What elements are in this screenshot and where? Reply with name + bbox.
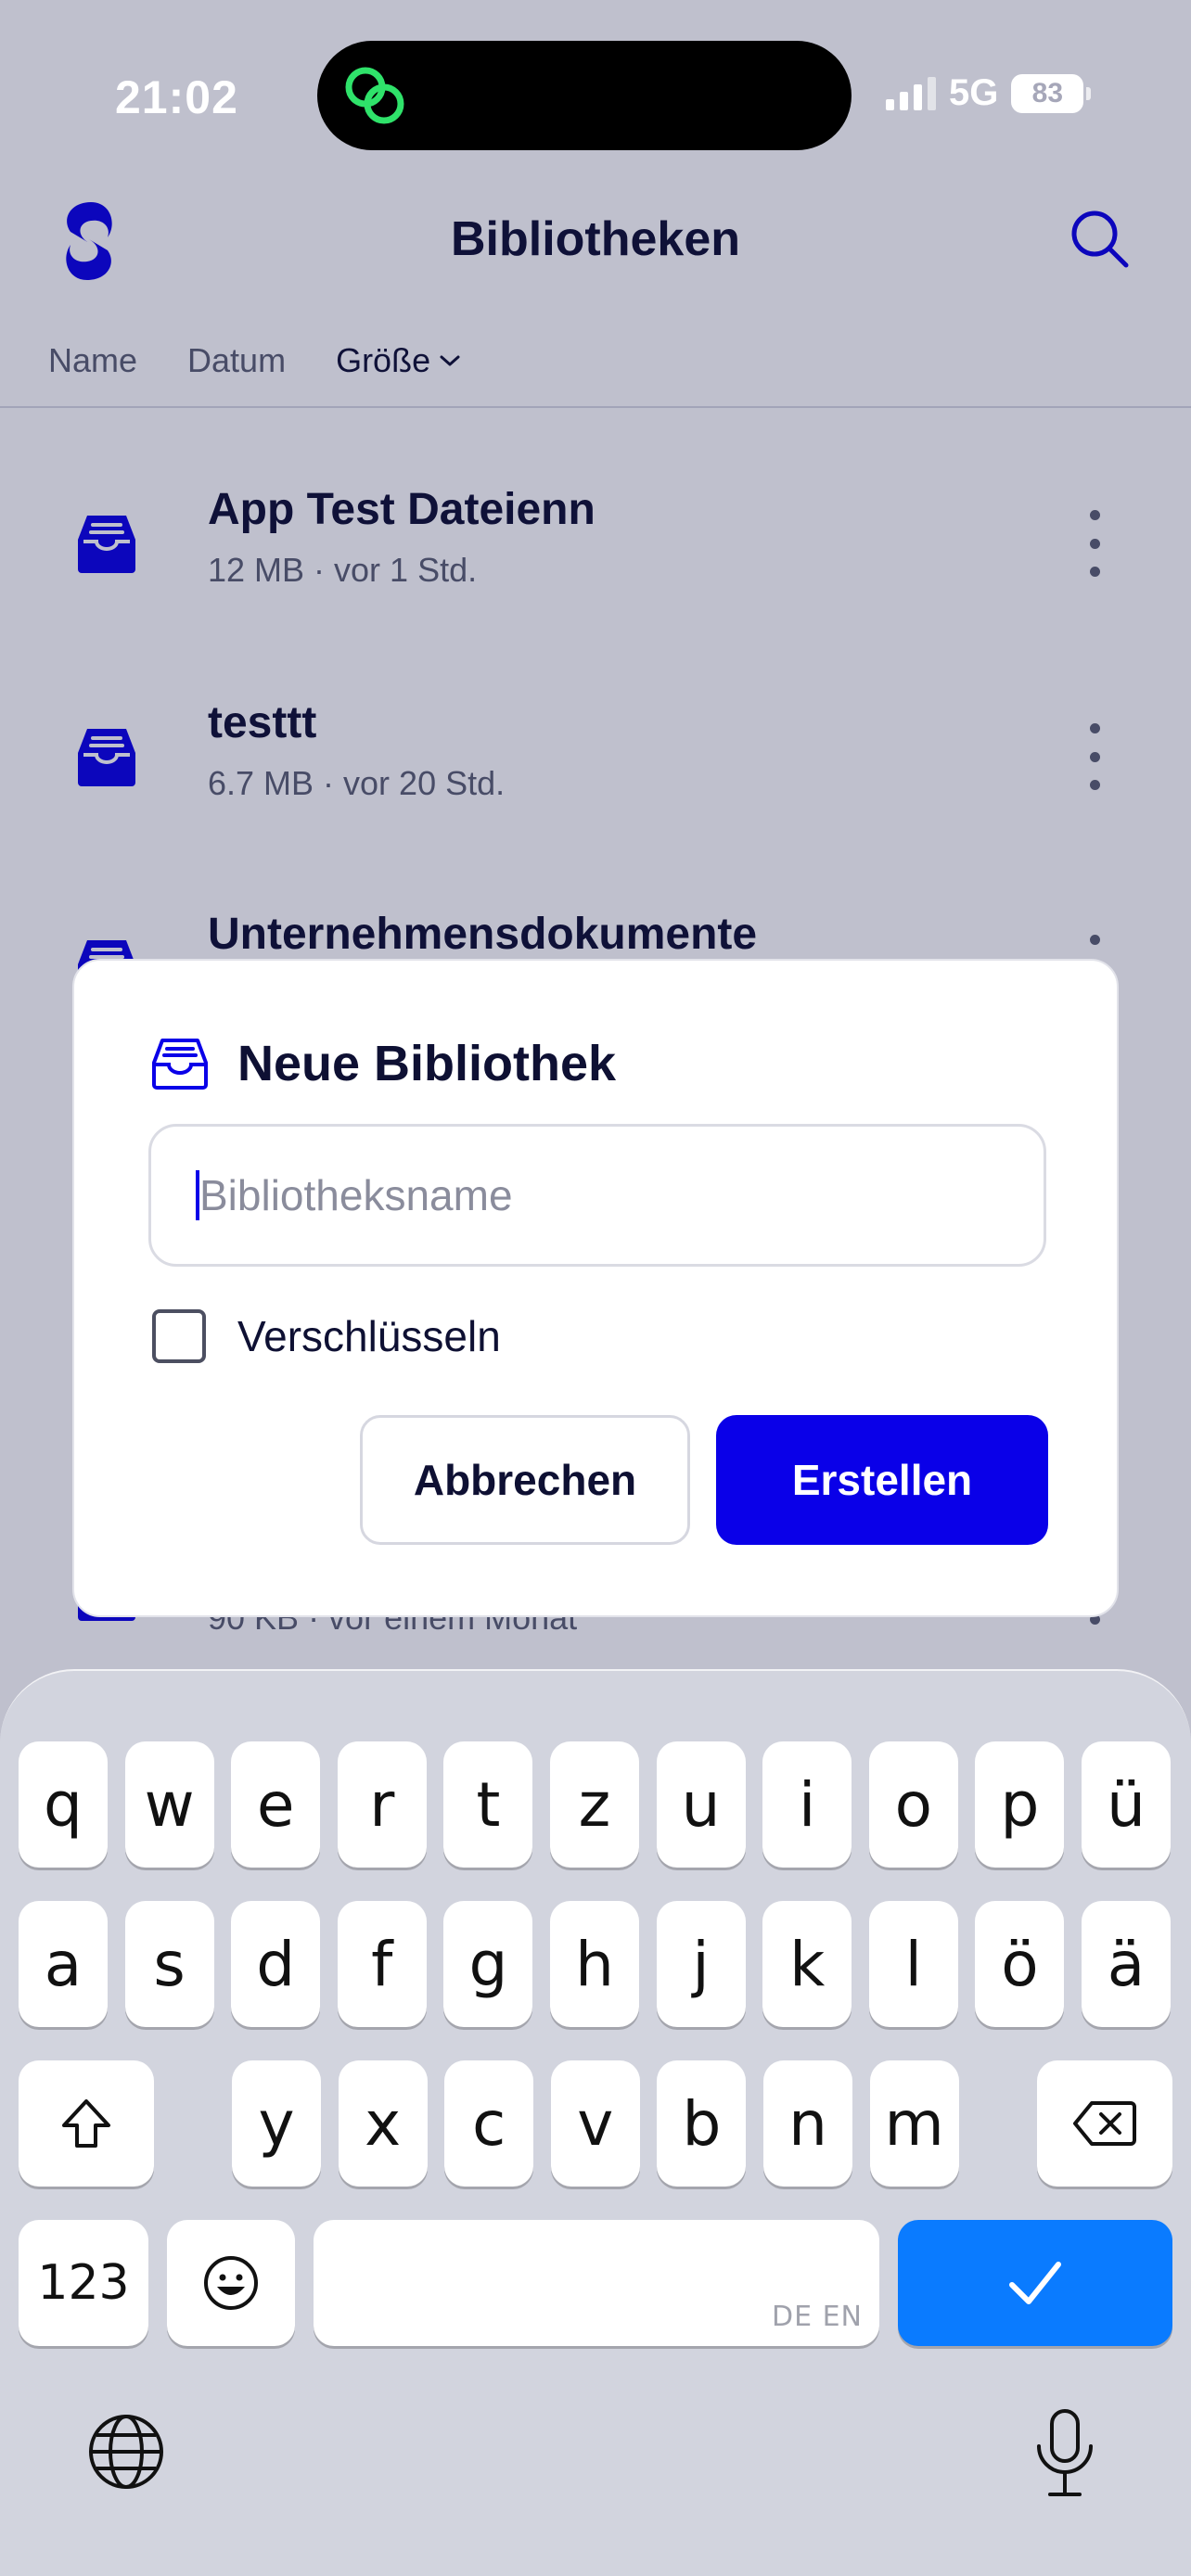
- dialog-header: Neue Bibliothek: [150, 1035, 616, 1092]
- status-indicators: 5G 83: [886, 72, 1092, 114]
- emoji-key[interactable]: [167, 2220, 295, 2346]
- delete-key[interactable]: [1037, 2060, 1172, 2187]
- key-x[interactable]: x: [338, 2060, 428, 2187]
- key-j[interactable]: j: [656, 1901, 746, 2027]
- signal-strength-icon: [886, 76, 936, 110]
- key-v[interactable]: v: [550, 2060, 640, 2187]
- encrypt-option[interactable]: Verschlüsseln: [152, 1309, 501, 1363]
- key-s[interactable]: s: [124, 1901, 214, 2027]
- key-o[interactable]: o: [868, 1741, 958, 1868]
- key-p[interactable]: p: [975, 1741, 1065, 1868]
- key-ü[interactable]: ü: [1082, 1741, 1171, 1868]
- encrypt-checkbox[interactable]: [152, 1309, 206, 1363]
- key-a[interactable]: a: [19, 1901, 108, 2027]
- numbers-key[interactable]: 123: [19, 2220, 148, 2346]
- shift-icon: [62, 2099, 110, 2148]
- key-k[interactable]: k: [762, 1901, 852, 2027]
- numbers-key-label: 123: [37, 2255, 130, 2311]
- language-hint: DE EN: [772, 2301, 863, 2333]
- space-key[interactable]: DE EN: [314, 2220, 879, 2346]
- done-key[interactable]: [898, 2220, 1172, 2346]
- create-button[interactable]: Erstellen: [716, 1415, 1048, 1545]
- link-rings-icon: [345, 67, 404, 124]
- key-q[interactable]: q: [19, 1741, 108, 1868]
- encrypt-label: Verschlüsseln: [237, 1312, 501, 1360]
- key-g[interactable]: g: [443, 1901, 533, 2027]
- key-z[interactable]: z: [550, 1741, 639, 1868]
- dynamic-island: [317, 41, 852, 150]
- key-d[interactable]: d: [231, 1901, 321, 2027]
- shift-key[interactable]: [19, 2060, 154, 2187]
- key-l[interactable]: l: [868, 1901, 958, 2027]
- key-w[interactable]: w: [124, 1741, 214, 1868]
- key-b[interactable]: b: [657, 2060, 747, 2187]
- library-name-field[interactable]: [148, 1124, 1046, 1267]
- checkmark-icon: [1009, 2262, 1061, 2304]
- app-screen: Bibliotheken Name Datum Größe App Test D…: [0, 0, 1191, 2576]
- key-t[interactable]: t: [443, 1741, 533, 1868]
- key-ö[interactable]: ö: [975, 1901, 1065, 2027]
- library-name-input[interactable]: [199, 1170, 1016, 1220]
- key-y[interactable]: y: [232, 2060, 321, 2187]
- key-r[interactable]: r: [337, 1741, 427, 1868]
- key-e[interactable]: e: [231, 1741, 321, 1868]
- new-library-dialog: Neue Bibliothek Verschlüsseln Abbrechen …: [72, 959, 1119, 1617]
- battery-icon: 83: [1011, 73, 1092, 113]
- battery-level: 83: [1031, 77, 1064, 108]
- key-c[interactable]: c: [444, 2060, 534, 2187]
- globe-icon[interactable]: [85, 2411, 167, 2493]
- key-f[interactable]: f: [337, 1901, 427, 2027]
- microphone-icon[interactable]: [1031, 2407, 1098, 2500]
- status-time: 21:02: [115, 71, 238, 123]
- key-u[interactable]: u: [656, 1741, 746, 1868]
- network-type: 5G: [949, 72, 999, 113]
- key-i[interactable]: i: [762, 1741, 852, 1868]
- key-m[interactable]: m: [869, 2060, 959, 2187]
- delete-icon: [1073, 2101, 1136, 2146]
- key-ä[interactable]: ä: [1082, 1901, 1171, 2027]
- key-n[interactable]: n: [763, 2060, 852, 2187]
- dialog-title: Neue Bibliothek: [237, 1036, 617, 1091]
- inbox-icon: [152, 1039, 208, 1090]
- emoji-icon: [204, 2256, 258, 2310]
- cancel-button[interactable]: Abbrechen: [360, 1415, 690, 1545]
- key-h[interactable]: h: [550, 1901, 639, 2027]
